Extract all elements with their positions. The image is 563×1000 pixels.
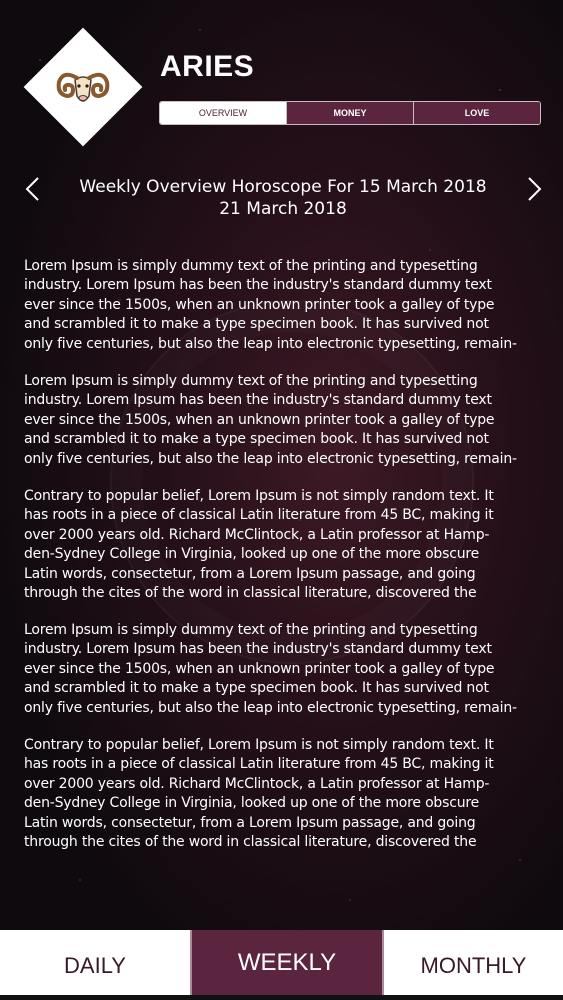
weekly-button[interactable]: WEEKLY bbox=[190, 930, 384, 995]
monthly-button[interactable]: MONTHLY bbox=[384, 930, 563, 995]
tab-money[interactable]: MONEY bbox=[286, 102, 413, 124]
category-tabs: OVERVIEW MONEY LOVE bbox=[159, 101, 541, 125]
week-title-line-1: Weekly Overview Horoscope For 15 March 2… bbox=[79, 177, 487, 197]
ram-icon bbox=[56, 72, 110, 102]
sign-title: ARIES bbox=[160, 50, 255, 83]
horoscope-paragraph: Lorem Ipsum is simply dummy text of the … bbox=[24, 622, 517, 716]
week-title: Weekly Overview Horoscope For 15 March 2… bbox=[60, 176, 506, 220]
previous-week-button[interactable] bbox=[22, 176, 44, 202]
week-title-line-2: 21 March 2018 bbox=[219, 199, 347, 219]
bottom-edge bbox=[0, 995, 563, 1000]
horoscope-paragraph: Lorem Ipsum is simply dummy text of the … bbox=[24, 373, 517, 467]
daily-button[interactable]: DAILY bbox=[0, 930, 190, 995]
period-nav-bar: DAILY WEEKLY MONTHLY bbox=[0, 930, 563, 995]
chevron-left-icon bbox=[25, 177, 39, 201]
horoscope-content: Lorem Ipsum is simply dummy text of the … bbox=[24, 257, 550, 870]
tab-love[interactable]: LOVE bbox=[413, 102, 540, 124]
aries-logo bbox=[23, 27, 143, 147]
horoscope-screen: ARIES OVERVIEW MONEY LOVE Weekly Overvie… bbox=[0, 0, 563, 1000]
tab-overview[interactable]: OVERVIEW bbox=[160, 102, 286, 124]
next-week-button[interactable] bbox=[523, 176, 545, 202]
horoscope-paragraph: Contrary to popular belief, Lorem Ipsum … bbox=[24, 488, 494, 602]
chevron-right-icon bbox=[528, 177, 542, 201]
horoscope-paragraph: Lorem Ipsum is simply dummy text of the … bbox=[24, 258, 517, 352]
horoscope-paragraph: Contrary to popular belief, Lorem Ipsum … bbox=[24, 737, 494, 851]
